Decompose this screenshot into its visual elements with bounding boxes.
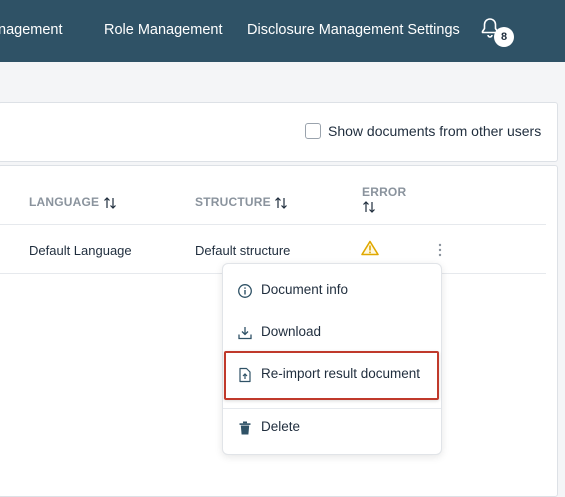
sort-icon[interactable] xyxy=(103,196,117,210)
download-icon xyxy=(238,327,252,340)
menu-item-download[interactable]: Download xyxy=(223,317,441,347)
column-header-language[interactable]: LANGUAGE xyxy=(29,195,117,210)
nav-item-role-management[interactable]: Role Management xyxy=(104,22,223,38)
menu-item-label: Delete xyxy=(261,419,301,434)
cell-language: Default Language xyxy=(29,243,132,258)
menu-item-label: Document info xyxy=(261,282,349,297)
header-divider xyxy=(0,224,546,225)
notification-count-badge[interactable]: 8 xyxy=(494,27,514,47)
menu-item-label: Download xyxy=(261,324,322,339)
nav-item-disclosure-management-settings[interactable]: Disclosure Management Settings xyxy=(247,22,460,38)
nav-item-management[interactable]: nagement xyxy=(0,22,63,38)
column-header-structure-label: STRUCTURE xyxy=(195,195,271,209)
column-header-error-label: ERROR xyxy=(362,185,407,199)
column-header-structure[interactable]: STRUCTURE xyxy=(195,195,288,210)
trash-icon xyxy=(239,421,251,435)
highlight-box xyxy=(224,351,439,400)
menu-item-delete[interactable]: Delete xyxy=(223,412,441,442)
warning-icon xyxy=(361,240,379,256)
more-options-icon[interactable] xyxy=(434,242,446,258)
sort-icon[interactable] xyxy=(274,196,288,210)
show-other-users-checkbox[interactable] xyxy=(305,123,321,139)
sort-icon[interactable] xyxy=(362,200,376,214)
menu-item-document-info[interactable]: Document info xyxy=(223,275,441,305)
column-header-language-label: LANGUAGE xyxy=(29,195,100,209)
column-header-error[interactable]: ERROR xyxy=(362,185,406,199)
show-other-users-label[interactable]: Show documents from other users xyxy=(328,123,541,139)
info-icon xyxy=(238,284,252,298)
menu-divider xyxy=(223,408,441,409)
cell-structure: Default structure xyxy=(195,243,291,258)
top-nav-bar: nagement Role Management Disclosure Mana… xyxy=(0,0,565,62)
